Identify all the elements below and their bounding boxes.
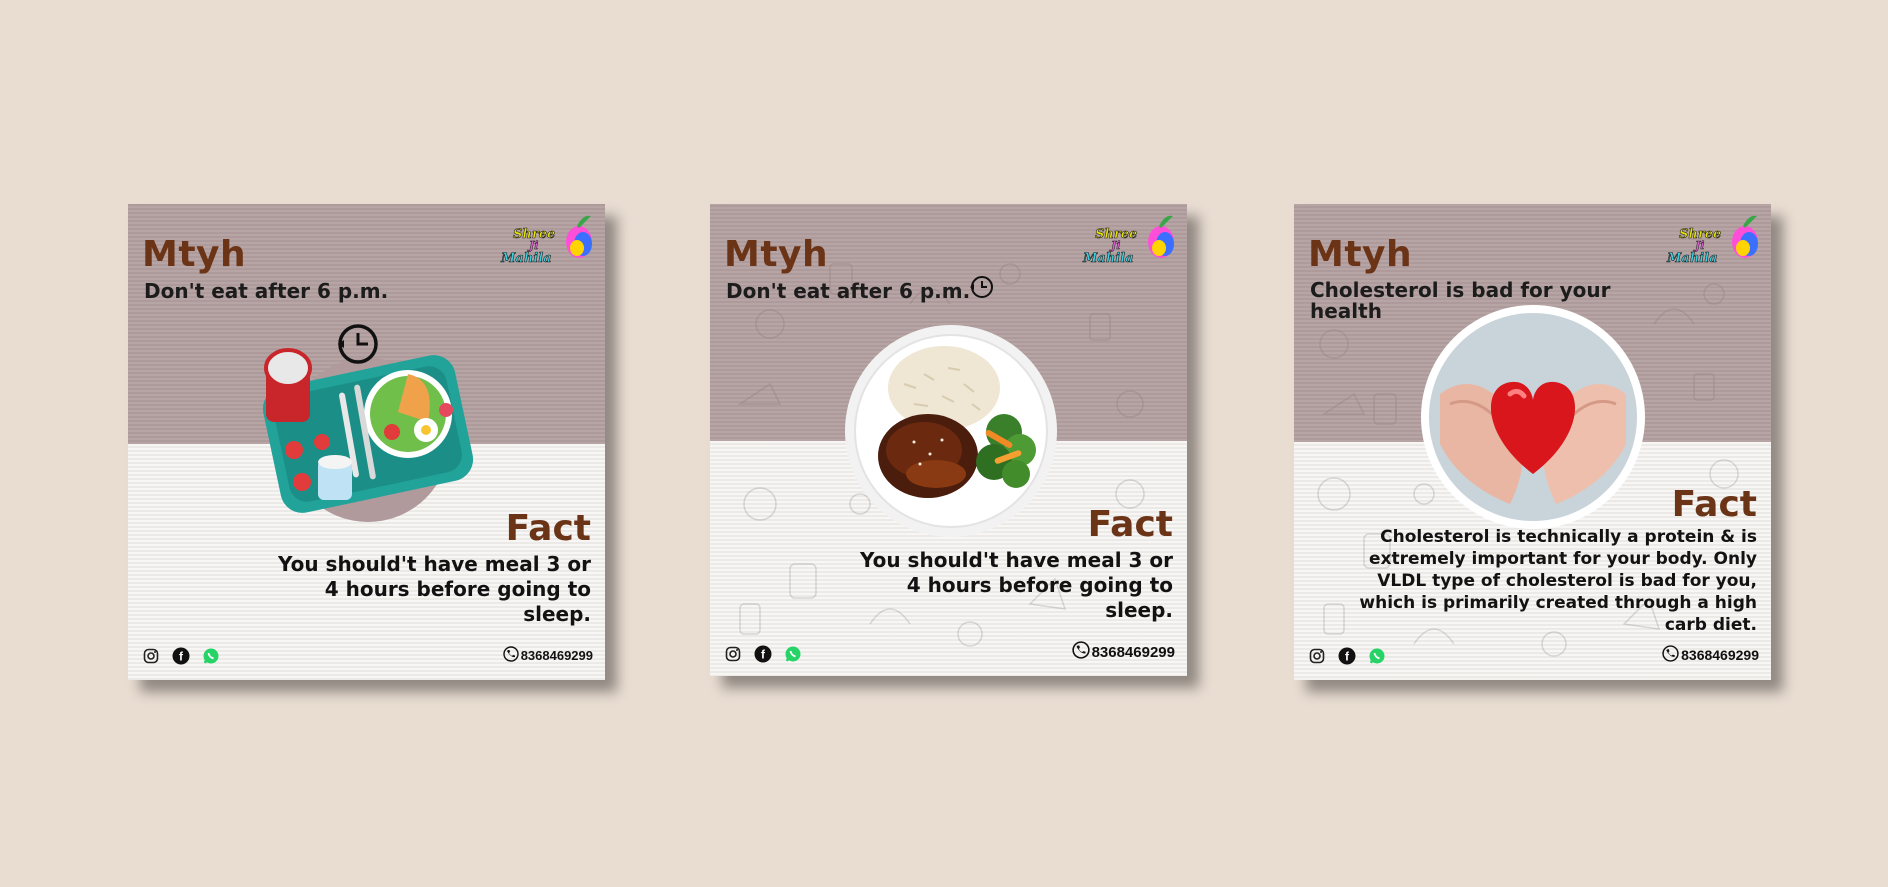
brand-logo: Shree Ji Mahila: [1665, 210, 1761, 266]
rice-plate-photo: [844, 324, 1058, 542]
social-links: f: [142, 647, 220, 665]
post-card-3: Shree Ji Mahila Mtyh Cholesterol is bad …: [1294, 204, 1771, 680]
phone-contact[interactable]: 8368469299: [502, 646, 593, 665]
myth-text: Don't eat after 6 p.m.: [726, 279, 971, 303]
phone-contact[interactable]: 8368469299: [1071, 641, 1175, 663]
heart-hands-photo: [1420, 304, 1646, 534]
myth-heading: Mtyh: [724, 234, 829, 275]
myth-text: Don't eat after 6 p.m.: [144, 279, 389, 303]
fact-heading: Fact: [1087, 504, 1173, 545]
fact-text: Cholesterol is technically a protein & i…: [1359, 527, 1757, 635]
svg-text:Mahila: Mahila: [500, 251, 552, 266]
post-card-2: Shree Ji Mahila Mtyh Don't eat after 6 p…: [710, 204, 1187, 676]
facebook-icon[interactable]: f: [172, 647, 190, 665]
brand-logo: Shree Ji Mahila: [499, 210, 595, 266]
phone-icon: [1071, 641, 1090, 663]
fact-text: You should't have meal 3 or 4 hours befo…: [859, 548, 1173, 622]
brand-logo: Shree Ji Mahila: [1081, 210, 1177, 266]
post-card-1: Shree Ji Mahila Mtyh Don't eat after 6 p…: [128, 204, 605, 680]
fact-heading: Fact: [1671, 484, 1757, 525]
svg-text:Mahila: Mahila: [1666, 251, 1718, 266]
phone-icon: [1662, 645, 1679, 665]
social-links: f: [724, 645, 802, 663]
fact-heading: Fact: [505, 508, 591, 549]
whatsapp-icon[interactable]: [1368, 647, 1386, 665]
social-links: f: [1308, 647, 1386, 665]
whatsapp-icon[interactable]: [202, 647, 220, 665]
phone-icon: [502, 646, 519, 665]
fact-text: You should't have meal 3 or 4 hours befo…: [277, 552, 591, 626]
instagram-icon[interactable]: [1308, 647, 1326, 665]
meal-tray-illustration: [258, 322, 478, 536]
svg-text:Mahila: Mahila: [1082, 251, 1134, 266]
phone-number: 8368469299: [520, 648, 593, 663]
instagram-icon[interactable]: [724, 645, 742, 663]
instagram-icon[interactable]: [142, 647, 160, 665]
facebook-icon[interactable]: f: [754, 645, 772, 663]
phone-number: 8368469299: [1681, 647, 1759, 663]
phone-number: 8368469299: [1091, 643, 1175, 661]
whatsapp-icon[interactable]: [784, 645, 802, 663]
myth-heading: Mtyh: [1308, 234, 1413, 275]
phone-contact[interactable]: 8368469299: [1662, 645, 1759, 665]
myth-heading: Mtyh: [142, 234, 247, 275]
clock-icon: [968, 273, 996, 305]
facebook-icon[interactable]: f: [1338, 647, 1356, 665]
